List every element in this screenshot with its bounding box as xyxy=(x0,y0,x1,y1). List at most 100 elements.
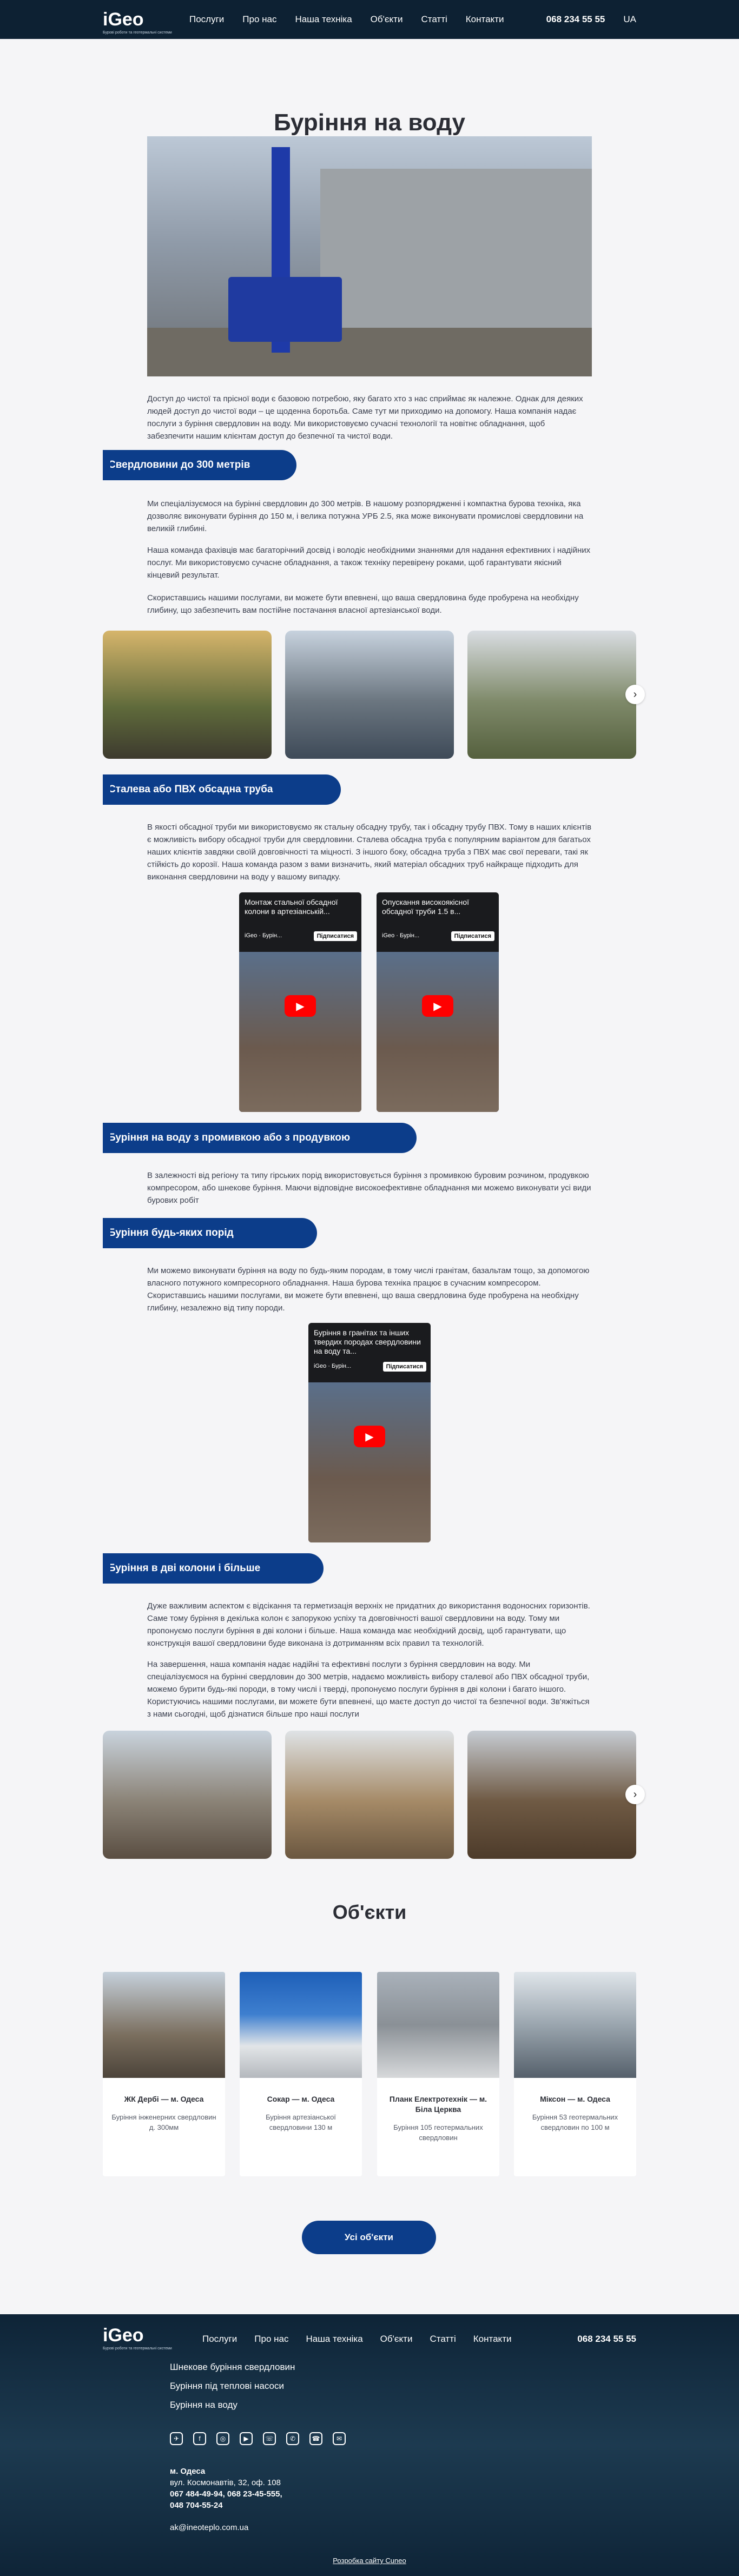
play-icon[interactable]: ▶ xyxy=(422,995,453,1017)
hero-building xyxy=(320,169,592,336)
nav-articles[interactable]: Статті xyxy=(421,14,447,25)
footer-phones[interactable]: 067 484-49-94, 068 23-45-555, xyxy=(170,2488,282,2500)
video-title: Опускання високоякісної обсадної труби 1… xyxy=(377,892,499,952)
section5-paragraph-2: На завершення, наша компанія надає надій… xyxy=(147,1660,590,1719)
developer-credit[interactable]: Розробка сайту Cuneo xyxy=(0,2557,739,2565)
logo-text: iGeo xyxy=(103,9,144,30)
objects-title: Об'єкти xyxy=(332,1901,407,1923)
object-name: ЖК Дербі — м. Одеса xyxy=(124,2095,204,2103)
slide-photo[interactable] xyxy=(103,631,272,759)
mail-icon[interactable]: ✉ xyxy=(333,2432,346,2445)
video-channel: iGeo · Бурін... xyxy=(314,1363,352,1369)
telegram-icon[interactable]: ✈ xyxy=(170,2432,183,2445)
video-short-1[interactable]: Монтаж стальної обсадної колони в артезі… xyxy=(239,892,361,1112)
object-name: Планк Електротехнік — м. Біла Церква xyxy=(389,2095,487,2114)
object-description: Буріння інженерних свердловин д. 300мм xyxy=(111,2113,216,2131)
phone-icon[interactable]: ☎ xyxy=(309,2432,322,2445)
nav-about[interactable]: Про нас xyxy=(242,14,276,25)
photo-slider-1: › xyxy=(103,631,645,759)
section-title-two-columns: Буріння в дві колони і більше xyxy=(103,1553,324,1584)
slide-photo[interactable] xyxy=(467,631,636,759)
footer-nav-objects[interactable]: Об'єкти xyxy=(380,2334,413,2345)
nav-contacts[interactable]: Контакти xyxy=(466,14,504,25)
slide-photo[interactable] xyxy=(285,631,454,759)
section5-paragraph-1: Дуже важливим аспектом є відсікання та г… xyxy=(147,1601,590,1648)
instagram-icon[interactable]: ◎ xyxy=(216,2432,229,2445)
object-name: Міксон — м. Одеса xyxy=(540,2095,610,2103)
object-photo xyxy=(240,1972,362,2078)
footer-nav-about[interactable]: Про нас xyxy=(254,2334,288,2345)
section2-paragraph: В якості обсадної труби ми використовуєм… xyxy=(147,823,592,882)
footer-link-heat-pumps[interactable]: Буріння під теплові насоси xyxy=(170,2381,295,2392)
object-card[interactable]: Планк Електротехнік — м. Біла Церква Бур… xyxy=(377,1972,499,2176)
subscribe-button[interactable]: Підписатися xyxy=(451,931,494,941)
footer-address: вул. Космонавтів, 32, оф. 108 xyxy=(170,2478,281,2487)
video-short-3[interactable]: Буріння в гранітах та інших твердих поро… xyxy=(308,1323,431,1542)
footer-link-auger[interactable]: Шнекове буріння свердловин xyxy=(170,2362,295,2373)
language-switch[interactable]: UA xyxy=(623,14,636,25)
object-description: Буріння 53 геотермальних свердловин по 1… xyxy=(532,2113,618,2131)
all-objects-button[interactable]: Усі об'єкти xyxy=(302,2221,436,2254)
footer-logo[interactable]: iGeo xyxy=(103,2325,144,2346)
intro-text: Доступ до чистої та прісної води є базов… xyxy=(147,394,583,441)
section1-paragraph-1: Ми спеціалізуємося на бурінні свердловин… xyxy=(147,499,584,533)
header-phone[interactable]: 068 234 55 55 xyxy=(546,14,605,25)
nav-services[interactable]: Послуги xyxy=(189,14,224,25)
subscribe-button[interactable]: Підписатися xyxy=(382,1362,426,1372)
section1-paragraph-2: Наша команда фахівців має багаторічний д… xyxy=(147,546,591,580)
video-thumbnail xyxy=(377,952,499,1112)
header: iGeo Бурові роботи та геотермальні систе… xyxy=(0,0,739,39)
object-name: Сокар — м. Одеса xyxy=(267,2095,335,2103)
footer-nav-articles[interactable]: Статті xyxy=(430,2334,456,2345)
hero-ground xyxy=(147,328,592,376)
footer-phones-2[interactable]: 048 704-55-24 xyxy=(170,2500,282,2511)
footer-nav-services[interactable]: Послуги xyxy=(202,2334,237,2345)
main-nav: Послуги Про нас Наша техніка Об'єкти Ста… xyxy=(189,14,504,25)
object-card[interactable]: Сокар — м. Одеса Буріння артезіанської с… xyxy=(240,1972,362,2176)
footer-city: м. Одеса xyxy=(170,2467,206,2476)
video-thumbnail xyxy=(239,952,361,1112)
footer-nav: Послуги Про нас Наша техніка Об'єкти Ста… xyxy=(202,2334,511,2345)
whatsapp-icon[interactable]: ✆ xyxy=(286,2432,299,2445)
object-card[interactable]: ЖК Дербі — м. Одеса Буріння інженерних с… xyxy=(103,1972,225,2176)
section-title-any-rock: Буріння будь-яких порід xyxy=(103,1218,317,1248)
nav-objects[interactable]: Об'єкти xyxy=(371,14,403,25)
slide-photo[interactable] xyxy=(285,1731,454,1859)
slide-photo[interactable] xyxy=(467,1731,636,1859)
footer-nav-equipment[interactable]: Наша техніка xyxy=(306,2334,363,2345)
photo-slider-2: › xyxy=(103,1731,645,1859)
facebook-icon[interactable]: f xyxy=(193,2432,206,2445)
section4-paragraph: Ми можемо виконувати буріння на воду по … xyxy=(147,1266,590,1313)
video-title: Буріння в гранітах та інших твердих поро… xyxy=(308,1323,431,1382)
section3-paragraph: В залежності від регіону та типу гірськи… xyxy=(147,1171,591,1205)
play-icon[interactable]: ▶ xyxy=(354,1426,385,1447)
social-icons: ✈ f ◎ ▶ ☏ ✆ ☎ ✉ xyxy=(170,2432,346,2445)
hero-image xyxy=(147,136,592,376)
slider-next-button[interactable]: › xyxy=(625,1785,645,1804)
footer-nav-contacts[interactable]: Контакти xyxy=(473,2334,512,2345)
play-icon[interactable]: ▶ xyxy=(285,995,316,1017)
logo-subtitle: Бурові роботи та геотермальні системи xyxy=(103,30,172,35)
object-photo xyxy=(514,1972,636,2078)
slide-photo[interactable] xyxy=(103,1731,272,1859)
video-channel: iGeo · Бурін... xyxy=(245,932,282,939)
nav-equipment[interactable]: Наша техніка xyxy=(295,14,352,25)
video-short-2[interactable]: Опускання високоякісної обсадної труби 1… xyxy=(377,892,499,1112)
object-photo xyxy=(377,1972,499,2078)
slider-next-button[interactable]: › xyxy=(625,685,645,704)
video-channel: iGeo · Бурін... xyxy=(382,932,420,939)
logo[interactable]: iGeo Бурові роботи та геотермальні систе… xyxy=(103,9,172,35)
subscribe-button[interactable]: Підписатися xyxy=(313,931,357,941)
object-photo xyxy=(103,1972,225,2078)
youtube-icon[interactable]: ▶ xyxy=(240,2432,253,2445)
footer-link-water[interactable]: Буріння на воду xyxy=(170,2400,295,2411)
section-title-300m: Свердловини до 300 метрів xyxy=(103,450,296,480)
footer-contacts: м. Одеса вул. Космонавтів, 32, оф. 108 0… xyxy=(170,2466,282,2533)
viber-icon[interactable]: ☏ xyxy=(263,2432,276,2445)
footer-email[interactable]: ak@ineoteplo.com.ua xyxy=(170,2522,282,2533)
footer-service-links: Шнекове буріння свердловин Буріння під т… xyxy=(170,2362,295,2419)
object-description: Буріння 105 геотермальних свердловин xyxy=(393,2123,483,2142)
drilling-truck xyxy=(228,277,342,342)
object-card[interactable]: Міксон — м. Одеса Буріння 53 геотермальн… xyxy=(514,1972,636,2176)
footer-phone[interactable]: 068 234 55 55 xyxy=(577,2334,636,2345)
